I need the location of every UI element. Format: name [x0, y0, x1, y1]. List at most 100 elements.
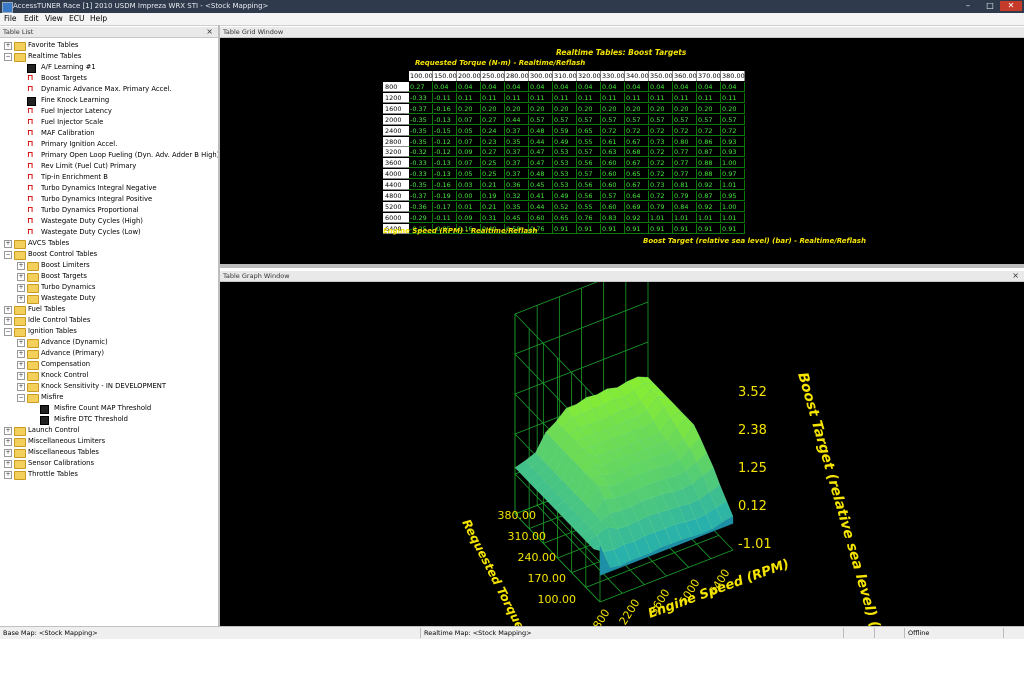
grid-cell[interactable]: 0.92: [697, 201, 721, 212]
collapse-icon[interactable]: −: [4, 251, 12, 259]
grid-cell[interactable]: -0.35: [409, 180, 433, 191]
grid-cell[interactable]: 0.59: [553, 125, 577, 136]
grid-cell[interactable]: 0.45: [505, 212, 529, 223]
grid-cell[interactable]: -0.35: [409, 125, 433, 136]
grid-cell[interactable]: 0.23: [481, 136, 505, 147]
grid-cell[interactable]: -0.37: [409, 191, 433, 201]
grid-cell[interactable]: 0.77: [673, 169, 697, 180]
grid-cell[interactable]: 0.05: [457, 125, 481, 136]
grid-cell[interactable]: 0.57: [673, 114, 697, 125]
grid-cell[interactable]: 0.11: [577, 92, 601, 103]
grid-cell[interactable]: -0.16: [433, 180, 457, 191]
grid-cell[interactable]: 0.25: [481, 169, 505, 180]
grid-cell[interactable]: -0.37: [409, 103, 433, 114]
grid-cell[interactable]: 0.49: [553, 136, 577, 147]
tree-node[interactable]: − Realtime Tables: [0, 51, 216, 62]
expand-icon[interactable]: +: [17, 295, 25, 303]
grid-cell[interactable]: 0.35: [505, 201, 529, 212]
grid-cell[interactable]: 0.44: [529, 136, 553, 147]
grid-cell[interactable]: 0.57: [625, 114, 649, 125]
grid-cell[interactable]: -0.29: [409, 212, 433, 223]
grid-column-header[interactable]: 350.00: [649, 71, 673, 81]
grid-cell[interactable]: -0.11: [433, 92, 457, 103]
maximize-button[interactable]: □: [980, 1, 1000, 11]
grid-cell[interactable]: 0.27: [481, 147, 505, 158]
grid-row-header[interactable]: 1200: [383, 92, 409, 103]
grid-column-header[interactable]: 340.00: [625, 71, 649, 81]
tree-node[interactable]: ⊓ Turbo Dynamics Integral Positive: [0, 194, 216, 205]
grid-cell[interactable]: 0.57: [577, 169, 601, 180]
grid-cell[interactable]: 0.21: [481, 180, 505, 191]
grid-cell[interactable]: 1.00: [721, 158, 745, 169]
grid-cell[interactable]: 0.27: [409, 82, 433, 92]
grid-row-header[interactable]: 3600: [383, 158, 409, 169]
grid-cell[interactable]: 0.04: [457, 82, 481, 92]
grid-cell[interactable]: 0.11: [697, 92, 721, 103]
horizontal-splitter[interactable]: [220, 264, 1024, 268]
tree-node[interactable]: − Ignition Tables: [0, 326, 216, 337]
grid-cell[interactable]: 0.88: [697, 169, 721, 180]
grid-cell[interactable]: 0.84: [673, 201, 697, 212]
grid-cell[interactable]: 0.72: [673, 125, 697, 136]
grid-cell[interactable]: 0.41: [529, 191, 553, 201]
tree-node[interactable]: + Advance (Dynamic): [0, 337, 216, 348]
expand-icon[interactable]: +: [4, 240, 12, 248]
tree-node[interactable]: ⊓ Tip-in Enrichment B: [0, 172, 216, 183]
grid-cell[interactable]: -0.33: [409, 169, 433, 180]
grid-cell[interactable]: 0.20: [697, 103, 721, 114]
tree-node[interactable]: − Misfire: [0, 392, 216, 403]
grid-row-header[interactable]: 3200: [383, 147, 409, 158]
tree-node[interactable]: Misfire Count MAP Threshold: [0, 403, 216, 414]
table-graph-window[interactable]: 3.52 2.38 1.25 0.12 -1.01 800 2200 3600 5000 6400…: [220, 261, 1024, 670]
grid-cell[interactable]: 0.25: [481, 158, 505, 169]
grid-row-header[interactable]: 2400: [383, 125, 409, 136]
grid-cell[interactable]: 0.03: [457, 180, 481, 191]
tree-node[interactable]: + Favorite Tables: [0, 40, 216, 51]
grid-cell[interactable]: 0.35: [505, 136, 529, 147]
grid-cell[interactable]: 0.57: [529, 114, 553, 125]
grid-cell[interactable]: -0.16: [433, 103, 457, 114]
grid-cell[interactable]: 0.93: [721, 136, 745, 147]
expand-icon[interactable]: +: [4, 42, 12, 50]
grid-cell[interactable]: -0.12: [433, 147, 457, 158]
grid-cell[interactable]: 0.20: [529, 103, 553, 114]
grid-cell[interactable]: 0.04: [529, 82, 553, 92]
grid-cell[interactable]: 0.20: [505, 103, 529, 114]
grid-cell[interactable]: 0.88: [697, 158, 721, 169]
grid-cell[interactable]: 0.57: [577, 147, 601, 158]
tree-node[interactable]: ⊓ Turbo Dynamics Integral Negative: [0, 183, 216, 194]
grid-cell[interactable]: 0.20: [649, 103, 673, 114]
grid-cell[interactable]: 0.73: [649, 180, 673, 191]
grid-cell[interactable]: 0.72: [649, 191, 673, 201]
tree-node[interactable]: ⊓ Primary Open Loop Fueling (Dyn. Adv. Ad…: [0, 150, 218, 161]
grid-cell[interactable]: 0.04: [721, 82, 745, 92]
menu-file[interactable]: File: [4, 14, 17, 23]
grid-cell[interactable]: 0.04: [697, 82, 721, 92]
expand-icon[interactable]: +: [4, 427, 12, 435]
grid-cell[interactable]: 0.53: [553, 180, 577, 191]
tree-node[interactable]: Fine Knock Learning: [0, 95, 216, 106]
expand-icon[interactable]: +: [4, 306, 12, 314]
grid-cell[interactable]: 0.52: [553, 201, 577, 212]
grid-cell[interactable]: 0.95: [721, 191, 745, 201]
grid-column-header[interactable]: 280.00: [505, 71, 529, 81]
grid-column-header[interactable]: 370.00: [697, 71, 721, 81]
tree-node[interactable]: + Boost Targets: [0, 271, 216, 282]
grid-row-header[interactable]: 4000: [383, 169, 409, 180]
tree-node[interactable]: + Knock Control: [0, 370, 216, 381]
grid-cell[interactable]: 0.37: [505, 125, 529, 136]
grid-cell[interactable]: 0.67: [625, 180, 649, 191]
expand-icon[interactable]: +: [4, 317, 12, 325]
grid-cell[interactable]: 0.91: [673, 223, 697, 234]
grid-cell[interactable]: 0.05: [457, 169, 481, 180]
expand-icon[interactable]: +: [4, 460, 12, 468]
grid-column-header[interactable]: 150.00: [433, 71, 457, 81]
grid-cell[interactable]: 0.55: [577, 201, 601, 212]
tree-node[interactable]: ⊓ MAF Calibration: [0, 128, 216, 139]
grid-cell[interactable]: 0.77: [673, 147, 697, 158]
grid-column-header[interactable]: 250.00: [481, 71, 505, 81]
tree-node[interactable]: ⊓ Wastegate Duty Cycles (Low): [0, 227, 216, 238]
grid-row-header[interactable]: 2800: [383, 136, 409, 147]
grid-cell[interactable]: 0.57: [697, 114, 721, 125]
grid-cell[interactable]: 0.72: [649, 169, 673, 180]
